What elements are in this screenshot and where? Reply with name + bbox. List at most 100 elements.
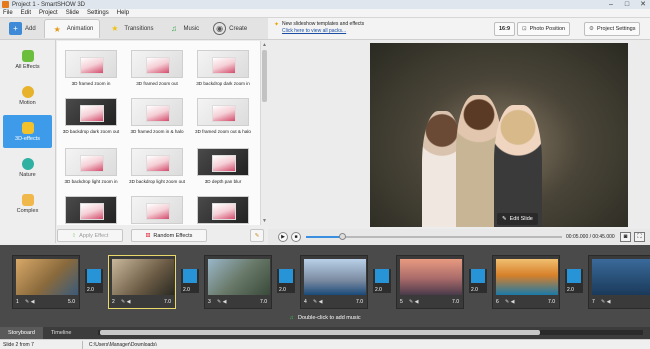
menu-bar: File Edit Project Slide Settings Help bbox=[0, 9, 650, 18]
effect-tile[interactable]: 3D depth pan blur bbox=[193, 148, 253, 184]
menu-slide[interactable]: Slide bbox=[66, 10, 79, 16]
storyboard-slide[interactable]: 6 ✎ ◀ 7.0 bbox=[492, 255, 560, 309]
effect-tile[interactable]: 3D framed zoom out bbox=[127, 50, 187, 86]
storyboard-slide[interactable]: 2 ✎ ◀ 7.0 bbox=[108, 255, 176, 309]
tab-music[interactable]: ♫ Music bbox=[162, 19, 206, 38]
aspect-ratio-button[interactable]: 16:9 bbox=[494, 22, 516, 36]
scrollbar-thumb[interactable] bbox=[262, 50, 267, 102]
nature-icon bbox=[21, 157, 34, 170]
effect-tile[interactable]: 3D backdrop dark zoom in bbox=[193, 50, 253, 86]
tab-create[interactable]: ◉ Create bbox=[207, 19, 253, 38]
maximize-button[interactable]: □ bbox=[622, 0, 632, 9]
stop-button[interactable]: ■ bbox=[291, 232, 301, 242]
transition-block[interactable]: 2.0 bbox=[565, 269, 583, 293]
menu-help[interactable]: Help bbox=[117, 10, 129, 16]
category-complex[interactable]: Complex bbox=[3, 187, 52, 220]
menu-file[interactable]: File bbox=[3, 10, 13, 16]
tab-animation[interactable]: ★ Animation bbox=[43, 19, 101, 38]
player-controls: ▶ ■ 00:05.000 / 00:45.000 ◙ ⛶ bbox=[268, 229, 650, 245]
edit-slide-button[interactable]: ✎ Edit Slide bbox=[497, 213, 538, 225]
title-bar: Project 1 - SmartSHOW 3D – □ ✕ bbox=[0, 0, 650, 9]
effect-label: 3D framed zoom out & halo bbox=[195, 129, 251, 134]
snapshot-button[interactable]: ◙ bbox=[620, 232, 631, 242]
effect-tile[interactable]: 3D backdrop dark zoom out bbox=[61, 98, 121, 134]
app-logo-icon bbox=[2, 1, 9, 8]
transition-block[interactable]: 2.0 bbox=[85, 269, 103, 293]
storyboard-slide[interactable]: 7 ✎ ◀ bbox=[588, 255, 650, 309]
play-button[interactable]: ▶ bbox=[278, 232, 288, 242]
templates-info: New slideshow templates and effects Clic… bbox=[282, 21, 364, 35]
effect-tile[interactable] bbox=[127, 196, 187, 224]
slide-duration: 5.0 bbox=[68, 299, 75, 305]
scroll-up-icon[interactable]: ▲ bbox=[262, 42, 267, 48]
status-bar: Slide 2 from 7 C:\Users\Manager\Download… bbox=[0, 339, 650, 349]
tab-storyboard[interactable]: Storyboard bbox=[0, 327, 43, 339]
slide-strip: 1 ✎ ◀ 5.0 2.0 2 ✎ ◀ 7.0 2.0 3 ✎ ◀ 7.0 2.0 4 ✎ ◀ 7.0 2.0… bbox=[12, 255, 650, 313]
effect-tile[interactable] bbox=[61, 196, 121, 224]
category-all-effects[interactable]: All Effects bbox=[3, 43, 52, 76]
menu-settings[interactable]: Settings bbox=[87, 10, 109, 16]
storyboard-slide[interactable]: 4 ✎ ◀ 7.0 bbox=[300, 255, 368, 309]
slide-number: 1 bbox=[16, 299, 19, 305]
effect-tile[interactable]: 3D backdrop light zoom in bbox=[61, 148, 121, 184]
effect-thumbnail bbox=[197, 196, 249, 224]
brush-button[interactable]: ✎ bbox=[250, 229, 264, 242]
transition-block[interactable]: 2.0 bbox=[469, 269, 487, 293]
scrollbar-thumb[interactable] bbox=[100, 330, 540, 335]
effect-thumbnail bbox=[65, 196, 117, 224]
menu-project[interactable]: Project bbox=[39, 10, 58, 16]
motion-icon bbox=[21, 85, 34, 98]
apply-effect-button[interactable]: ⇪ Apply Effect bbox=[57, 229, 123, 242]
aspect-ratio-label: 16:9 bbox=[499, 26, 511, 32]
tab-transitions[interactable]: ★ Transitions bbox=[102, 19, 159, 38]
storyboard-slide[interactable]: 5 ✎ ◀ 7.0 bbox=[396, 255, 464, 309]
playback-progress bbox=[306, 236, 342, 238]
effect-tile[interactable]: 3D framed zoom in bbox=[61, 50, 121, 86]
transition-block[interactable]: 2.0 bbox=[181, 269, 199, 293]
tab-label: Music bbox=[183, 25, 200, 32]
menu-edit[interactable]: Edit bbox=[21, 10, 31, 16]
effect-thumbnail bbox=[197, 50, 249, 78]
tab-timeline[interactable]: Timeline bbox=[43, 327, 80, 339]
tab-label: Timeline bbox=[50, 330, 72, 336]
playback-handle[interactable] bbox=[338, 233, 346, 240]
photo-position-button[interactable]: ⊡ Photo Position bbox=[517, 22, 571, 36]
slide-duration: 7.0 bbox=[548, 299, 555, 305]
pencil-icon: ✎ bbox=[502, 216, 507, 222]
effect-tile[interactable]: 3D backdrop light zoom out bbox=[127, 148, 187, 184]
effect-tile[interactable]: 3D framed zoom in & halo bbox=[127, 98, 187, 134]
effects-scrollbar[interactable]: ▲ ▼ bbox=[260, 41, 268, 225]
all-effects-icon bbox=[21, 49, 34, 62]
window-title: Project 1 - SmartSHOW 3D bbox=[12, 1, 86, 8]
storyboard-slide[interactable]: 3 ✎ ◀ 7.0 bbox=[204, 255, 272, 309]
random-effects-label: Random Effects bbox=[153, 232, 193, 239]
effects-grid: 3D framed zoom in 3D framed zoom out 3D … bbox=[57, 41, 260, 225]
effect-tile[interactable]: 3D framed zoom out & halo bbox=[193, 98, 253, 134]
fullscreen-button[interactable]: ⛶ bbox=[634, 232, 645, 242]
close-button[interactable]: ✕ bbox=[638, 0, 648, 9]
tab-add[interactable]: + Add bbox=[3, 19, 42, 38]
transition-block[interactable]: 2.0 bbox=[373, 269, 391, 293]
minimize-button[interactable]: – bbox=[606, 0, 616, 9]
transition-duration: 2.0 bbox=[87, 287, 94, 293]
view-packs-link[interactable]: Click here to view all packs... bbox=[282, 28, 364, 35]
star-animation-icon: ★ bbox=[53, 24, 61, 34]
category-motion[interactable]: Motion bbox=[3, 79, 52, 112]
add-music-area[interactable]: ♫ Double-click to add music bbox=[0, 315, 650, 321]
category-nature[interactable]: Nature bbox=[3, 151, 52, 184]
transition-block[interactable]: 2.0 bbox=[277, 269, 295, 293]
slide-number: 3 bbox=[208, 299, 211, 305]
project-settings-button[interactable]: ⚙ Project Settings bbox=[584, 22, 641, 36]
storyboard-scrollbar[interactable] bbox=[98, 330, 643, 335]
effect-tile[interactable] bbox=[193, 196, 253, 224]
music-note-icon: ♫ bbox=[171, 24, 177, 33]
scroll-down-icon[interactable]: ▼ bbox=[262, 218, 267, 224]
playback-track[interactable] bbox=[306, 233, 562, 240]
category-3d-effects[interactable]: 3D-effects bbox=[3, 115, 52, 148]
random-effects-button[interactable]: ⚄ Random Effects bbox=[131, 229, 207, 242]
slide-number: 2 bbox=[112, 299, 115, 305]
preview-photo[interactable]: ✎ Edit Slide bbox=[370, 43, 628, 227]
complex-icon bbox=[21, 193, 34, 206]
storyboard: 1 ✎ ◀ 5.0 2.0 2 ✎ ◀ 7.0 2.0 3 ✎ ◀ 7.0 2.0 4 ✎ ◀ 7.0 2.0… bbox=[0, 245, 650, 327]
storyboard-slide[interactable]: 1 ✎ ◀ 5.0 bbox=[12, 255, 80, 309]
